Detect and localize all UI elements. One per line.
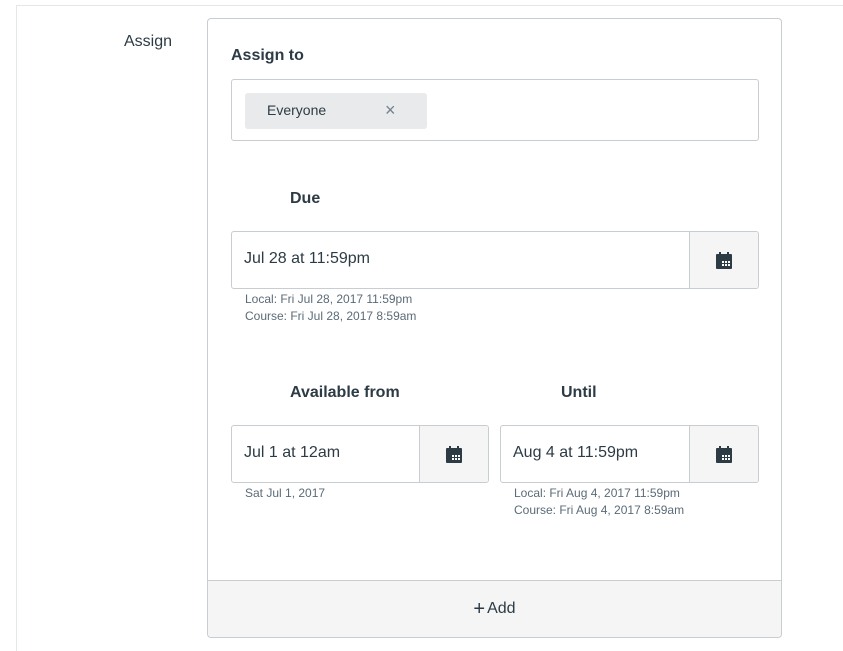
close-icon[interactable]: × [385,100,396,120]
add-button[interactable]: + Add [208,580,781,637]
until-course-hint: Course: Fri Aug 4, 2017 8:59am [514,503,685,517]
available-from-value: Jul 1 at 12am [244,444,341,461]
left-divider [16,5,17,651]
until-label: Until [561,384,597,401]
assign-to-input[interactable]: Everyone × [231,79,759,141]
until-date-field[interactable]: Aug 4 at 11:59pm [500,425,759,483]
calendar-icon [446,445,462,463]
plus-icon: + [473,597,486,620]
everyone-token: Everyone × [245,93,427,129]
due-date-value: Jul 28 at 11:59pm [244,250,371,267]
available-from-label: Available from [290,384,400,401]
until-value-wrapper: Aug 4 at 11:59pm [501,426,687,482]
available-from-hint: Sat Jul 1, 2017 [245,486,326,500]
calendar-icon [716,445,732,463]
top-divider [16,5,843,6]
assign-to-label: Assign to [231,47,304,64]
available-from-field[interactable]: Jul 1 at 12am [231,425,489,483]
until-calendar-button[interactable] [689,426,758,482]
due-label: Due [290,190,321,207]
due-date-field[interactable]: Jul 28 at 11:59pm [231,231,759,289]
available-from-calendar-button[interactable] [419,426,488,482]
calendar-icon [716,251,732,269]
assign-card-body: Assign to Everyone × Due Jul 28 at 11:59… [208,19,781,582]
token-label: Everyone [267,102,327,118]
assign-section-label: Assign [124,33,173,50]
until-date-value: Aug 4 at 11:59pm [513,444,639,461]
due-course-hint: Course: Fri Jul 28, 2017 8:59am [245,309,417,323]
add-button-label: Add [487,600,516,617]
due-calendar-button[interactable] [689,232,758,288]
assign-card: Assign to Everyone × Due Jul 28 at 11:59… [207,18,782,638]
until-local-hint: Local: Fri Aug 4, 2017 11:59pm [514,486,680,500]
due-local-hint: Local: Fri Jul 28, 2017 11:59pm [245,292,413,306]
